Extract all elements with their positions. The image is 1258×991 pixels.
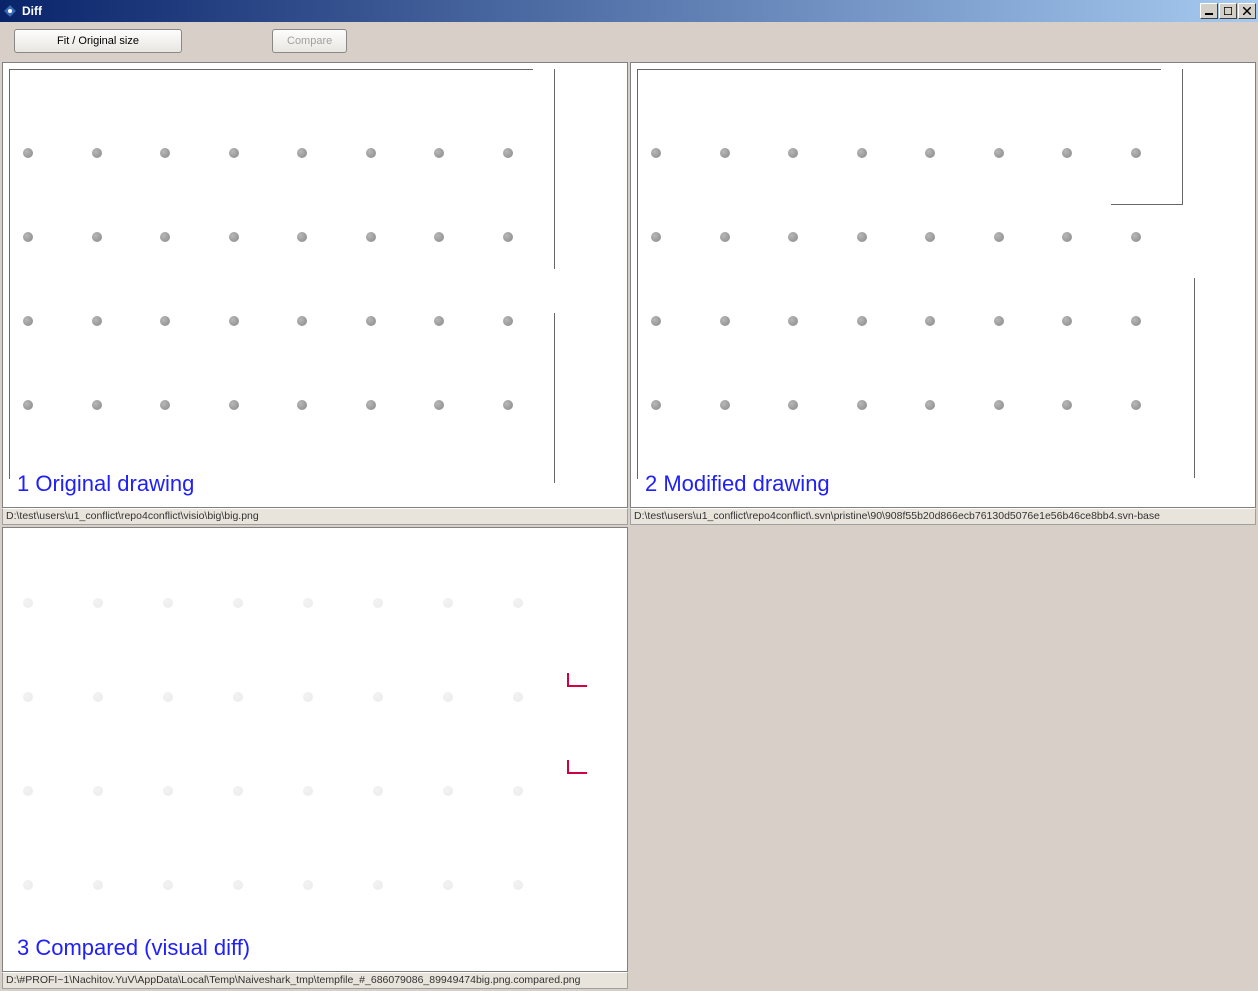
compare-button[interactable]: Compare (272, 29, 347, 53)
panel-empty (630, 527, 1256, 990)
path-modified: D:\test\users\u1_conflict\repo4conflict\… (630, 508, 1256, 525)
toolbar: Fit / Original size Compare (0, 22, 1258, 60)
canvas-modified[interactable]: 2 Modified drawing (630, 62, 1256, 508)
panel-label-compared: 3 Compared (visual diff) (17, 935, 250, 961)
fit-original-size-button[interactable]: Fit / Original size (14, 29, 182, 53)
panel-original: 1 Original drawing D:\test\users\u1_conf… (2, 62, 628, 525)
canvas-compared[interactable]: 3 Compared (visual diff) (2, 527, 628, 973)
canvas-original[interactable]: 1 Original drawing (2, 62, 628, 508)
path-original: D:\test\users\u1_conflict\repo4conflict\… (2, 508, 628, 525)
panels-grid: 1 Original drawing D:\test\users\u1_conf… (0, 60, 1258, 991)
maximize-button[interactable] (1219, 3, 1237, 19)
path-compared: D:\#PROFI~1\Nachitov.YuV\AppData\Local\T… (2, 972, 628, 989)
panel-label-original: 1 Original drawing (17, 471, 194, 497)
app-icon (2, 3, 18, 19)
panel-label-modified: 2 Modified drawing (645, 471, 830, 497)
minimize-button[interactable] (1200, 3, 1218, 19)
panel-compared: 3 Compared (visual diff) D:\#PROFI~1\Nac… (2, 527, 628, 990)
close-button[interactable] (1238, 3, 1256, 19)
window-title: Diff (22, 4, 1200, 18)
titlebar: Diff (0, 0, 1258, 22)
window-controls (1200, 3, 1256, 19)
panel-modified: 2 Modified drawing D:\test\users\u1_conf… (630, 62, 1256, 525)
